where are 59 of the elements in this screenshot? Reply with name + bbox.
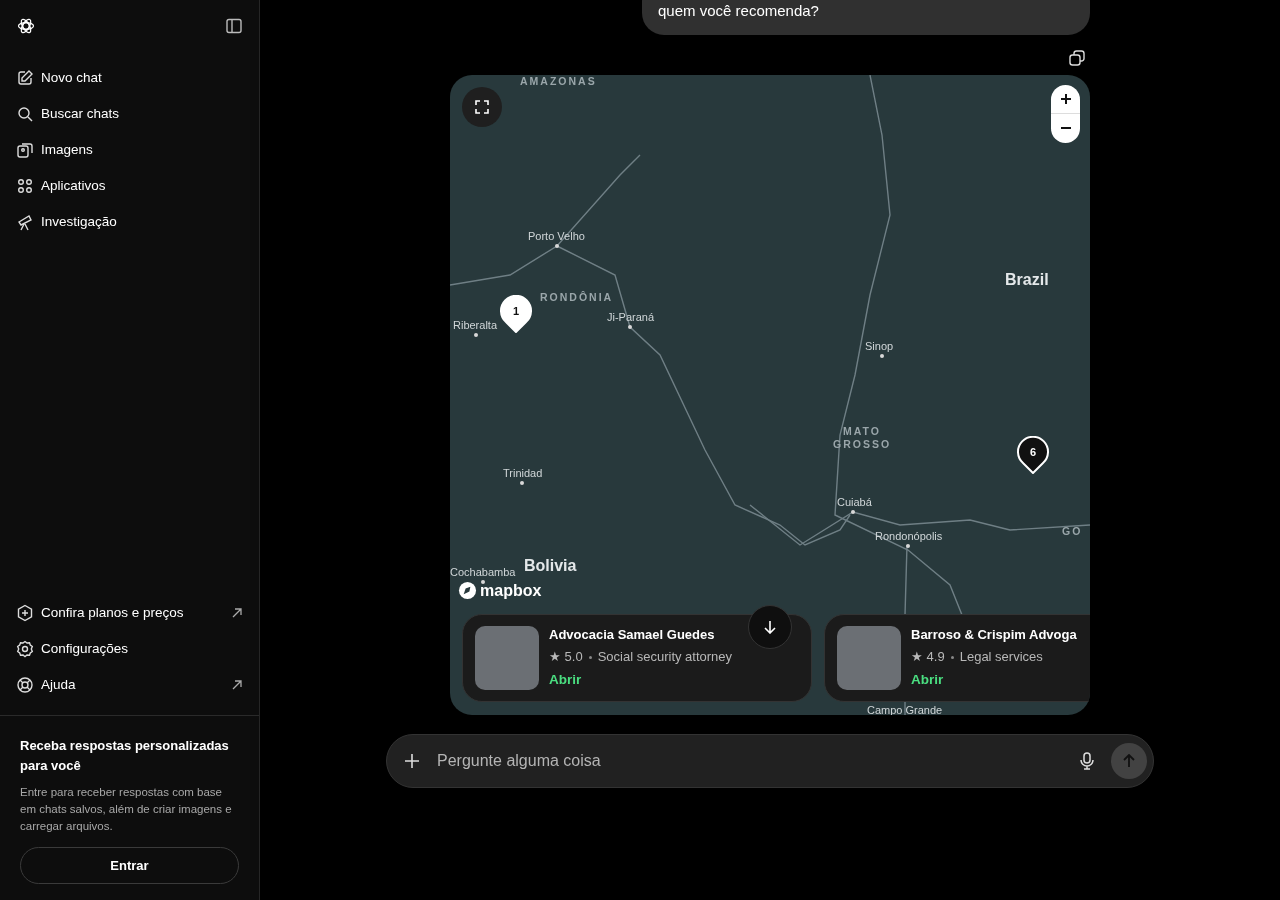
country-label: Brazil [1005, 270, 1049, 289]
place-card[interactable]: Advocacia Samael Guedes ★ 5.0 Social security attorney Abrir [462, 613, 812, 702]
city-label: Porto Velho [528, 229, 585, 242]
place-category: Social security attorney [597, 648, 733, 667]
sidebar-item[interactable]: Aplicativos [8, 168, 251, 204]
place-category: Legal services [959, 648, 1043, 667]
city-label: Cochabamba [450, 565, 516, 578]
region-label: GO [1062, 524, 1083, 538]
promo-title: Receba respostas personalizadas para você [20, 737, 230, 775]
city-label: Riberalta [453, 318, 498, 331]
copy-icon[interactable] [1068, 48, 1086, 67]
images-icon [16, 141, 34, 159]
sidebar-item[interactable]: Investigação [8, 204, 251, 240]
country-label: Bolivia [524, 556, 577, 575]
place-rating: ★ 4.9 [911, 648, 945, 667]
region-label: AMAZONAS [520, 74, 597, 88]
sidebar-item[interactable]: Configurações [8, 631, 251, 667]
arrow-up-icon [1122, 753, 1136, 768]
lifebuoy-icon [16, 676, 34, 694]
sidebar-item[interactable]: Ajuda [8, 667, 251, 703]
city-label: Trinidad [503, 466, 543, 479]
pencil-icon [16, 69, 34, 87]
city-label: Ji-Paraná [607, 310, 655, 323]
mapbox-logo-icon [458, 581, 477, 600]
sidebar-item[interactable]: Buscar chats [8, 96, 251, 132]
fullscreen-icon [474, 98, 490, 115]
photo-placeholder [475, 625, 539, 690]
promo-text: Entre para receber respostas com base em chats salvos, além de criar imagens e carregar arquivos. [20, 785, 233, 834]
logo-icon[interactable] [16, 16, 36, 36]
plus-icon[interactable] [403, 751, 421, 770]
map-pin[interactable]: 6 [1017, 435, 1049, 474]
sidebar-toggle-icon[interactable] [225, 17, 243, 35]
city-label: Sinop [865, 339, 894, 352]
message-composer[interactable]: Pergunte alguma coisa [386, 733, 1154, 788]
user-message: quem você recomenda? [642, 0, 1090, 35]
city-label: Rondonópolis [875, 529, 943, 542]
mapbox-attribution[interactable]: mapbox [480, 578, 542, 603]
region-label: RONDÔNIA [540, 290, 614, 304]
microphone-icon[interactable] [1079, 751, 1095, 770]
photo-placeholder [837, 625, 901, 690]
sidebar-item[interactable]: Imagens [8, 132, 251, 168]
place-rating: ★ 5.0 [549, 648, 583, 667]
sidebar-item[interactable]: Novo chat [8, 60, 251, 96]
arrow-down-icon [763, 619, 777, 634]
prompt-input[interactable]: Pergunte alguma coisa [437, 748, 1079, 773]
hexagon-icon [16, 604, 34, 622]
search-icon [16, 105, 34, 123]
sidebar-item[interactable]: Confira planos e preços [8, 595, 251, 631]
place-card[interactable]: Barroso & Crispim Advoga ★ 4.9 Legal services Abrir [824, 613, 1090, 702]
settings-icon [16, 640, 34, 658]
place-name: Advocacia Samael Guedes [549, 625, 716, 644]
grid-icon [16, 177, 34, 195]
map-pin[interactable]: 1 [500, 294, 532, 333]
open-link[interactable]: Abrir [549, 669, 582, 691]
place-name: Barroso & Crispim Advoga [911, 625, 1077, 644]
telescope-icon [16, 213, 34, 231]
plus-icon [1059, 92, 1072, 105]
open-link[interactable]: Abrir [911, 669, 944, 691]
city-label: Cuiabá [837, 495, 872, 508]
